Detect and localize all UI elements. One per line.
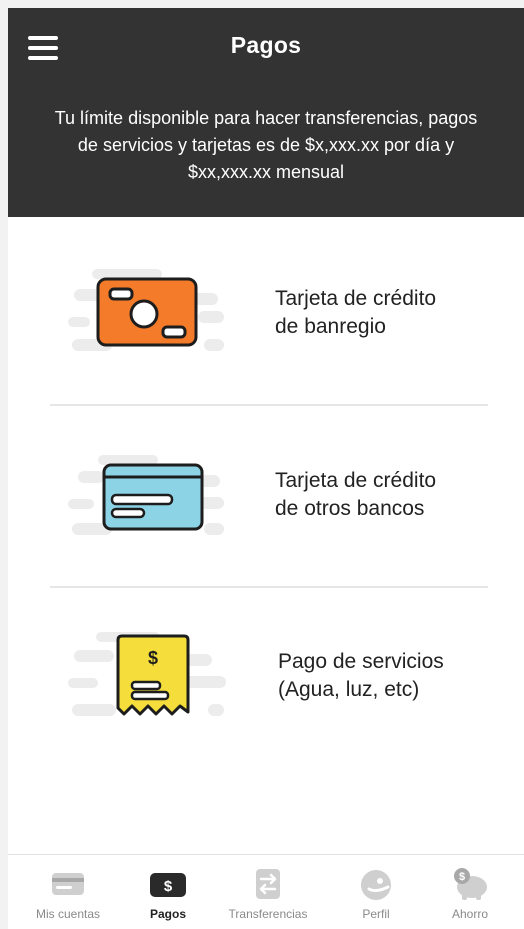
tab-transferencias[interactable]: Transferencias bbox=[220, 855, 316, 929]
option-other-banks-card[interactable]: Tarjeta de crédito de otros bancos bbox=[8, 399, 524, 577]
option-banregio-card[interactable]: Tarjeta de crédito de banregio bbox=[8, 217, 524, 395]
tab-dollar-sign: $ bbox=[164, 878, 173, 895]
tab-perfil[interactable]: Perfil bbox=[338, 855, 414, 929]
page-title: Pagos bbox=[230, 32, 302, 58]
option-services-payment[interactable]: $ Pago de servicios (Agua, luz, etc) bbox=[8, 580, 524, 758]
bottom-tab-bar: Mis cuentas $ Pagos Transferencias Perfi… bbox=[8, 854, 524, 929]
tab-ahorro[interactable]: $ Ahorro bbox=[430, 855, 510, 929]
receipt-icon: $ bbox=[68, 632, 226, 716]
app-screen: Pagos Tu límite disponible para hacer tr… bbox=[8, 8, 524, 929]
header: Pagos Tu límite disponible para hacer tr… bbox=[8, 8, 524, 217]
tab-mis-cuentas[interactable]: Mis cuentas bbox=[22, 855, 114, 929]
option-label: Tarjeta de crédito de otros bancos bbox=[275, 469, 437, 520]
limit-notice: Tu límite disponible para hacer transfer… bbox=[54, 108, 478, 182]
dollar-icon: $ bbox=[150, 873, 186, 897]
profile-icon bbox=[361, 870, 391, 900]
option-label: Tarjeta de crédito de banregio bbox=[275, 287, 437, 338]
card-icon bbox=[52, 873, 84, 895]
credit-card-other-banks-icon bbox=[68, 455, 224, 535]
tab-pagos[interactable]: $ Pagos bbox=[130, 855, 206, 929]
piggy-bank-icon: $ bbox=[454, 868, 487, 900]
receipt-dollar-sign: $ bbox=[148, 648, 158, 668]
option-label: Pago de servicios (Agua, luz, etc) bbox=[278, 650, 444, 701]
transfer-icon bbox=[256, 869, 280, 899]
piggy-dollar-sign: $ bbox=[459, 871, 465, 883]
credit-card-banregio-icon bbox=[68, 269, 224, 351]
